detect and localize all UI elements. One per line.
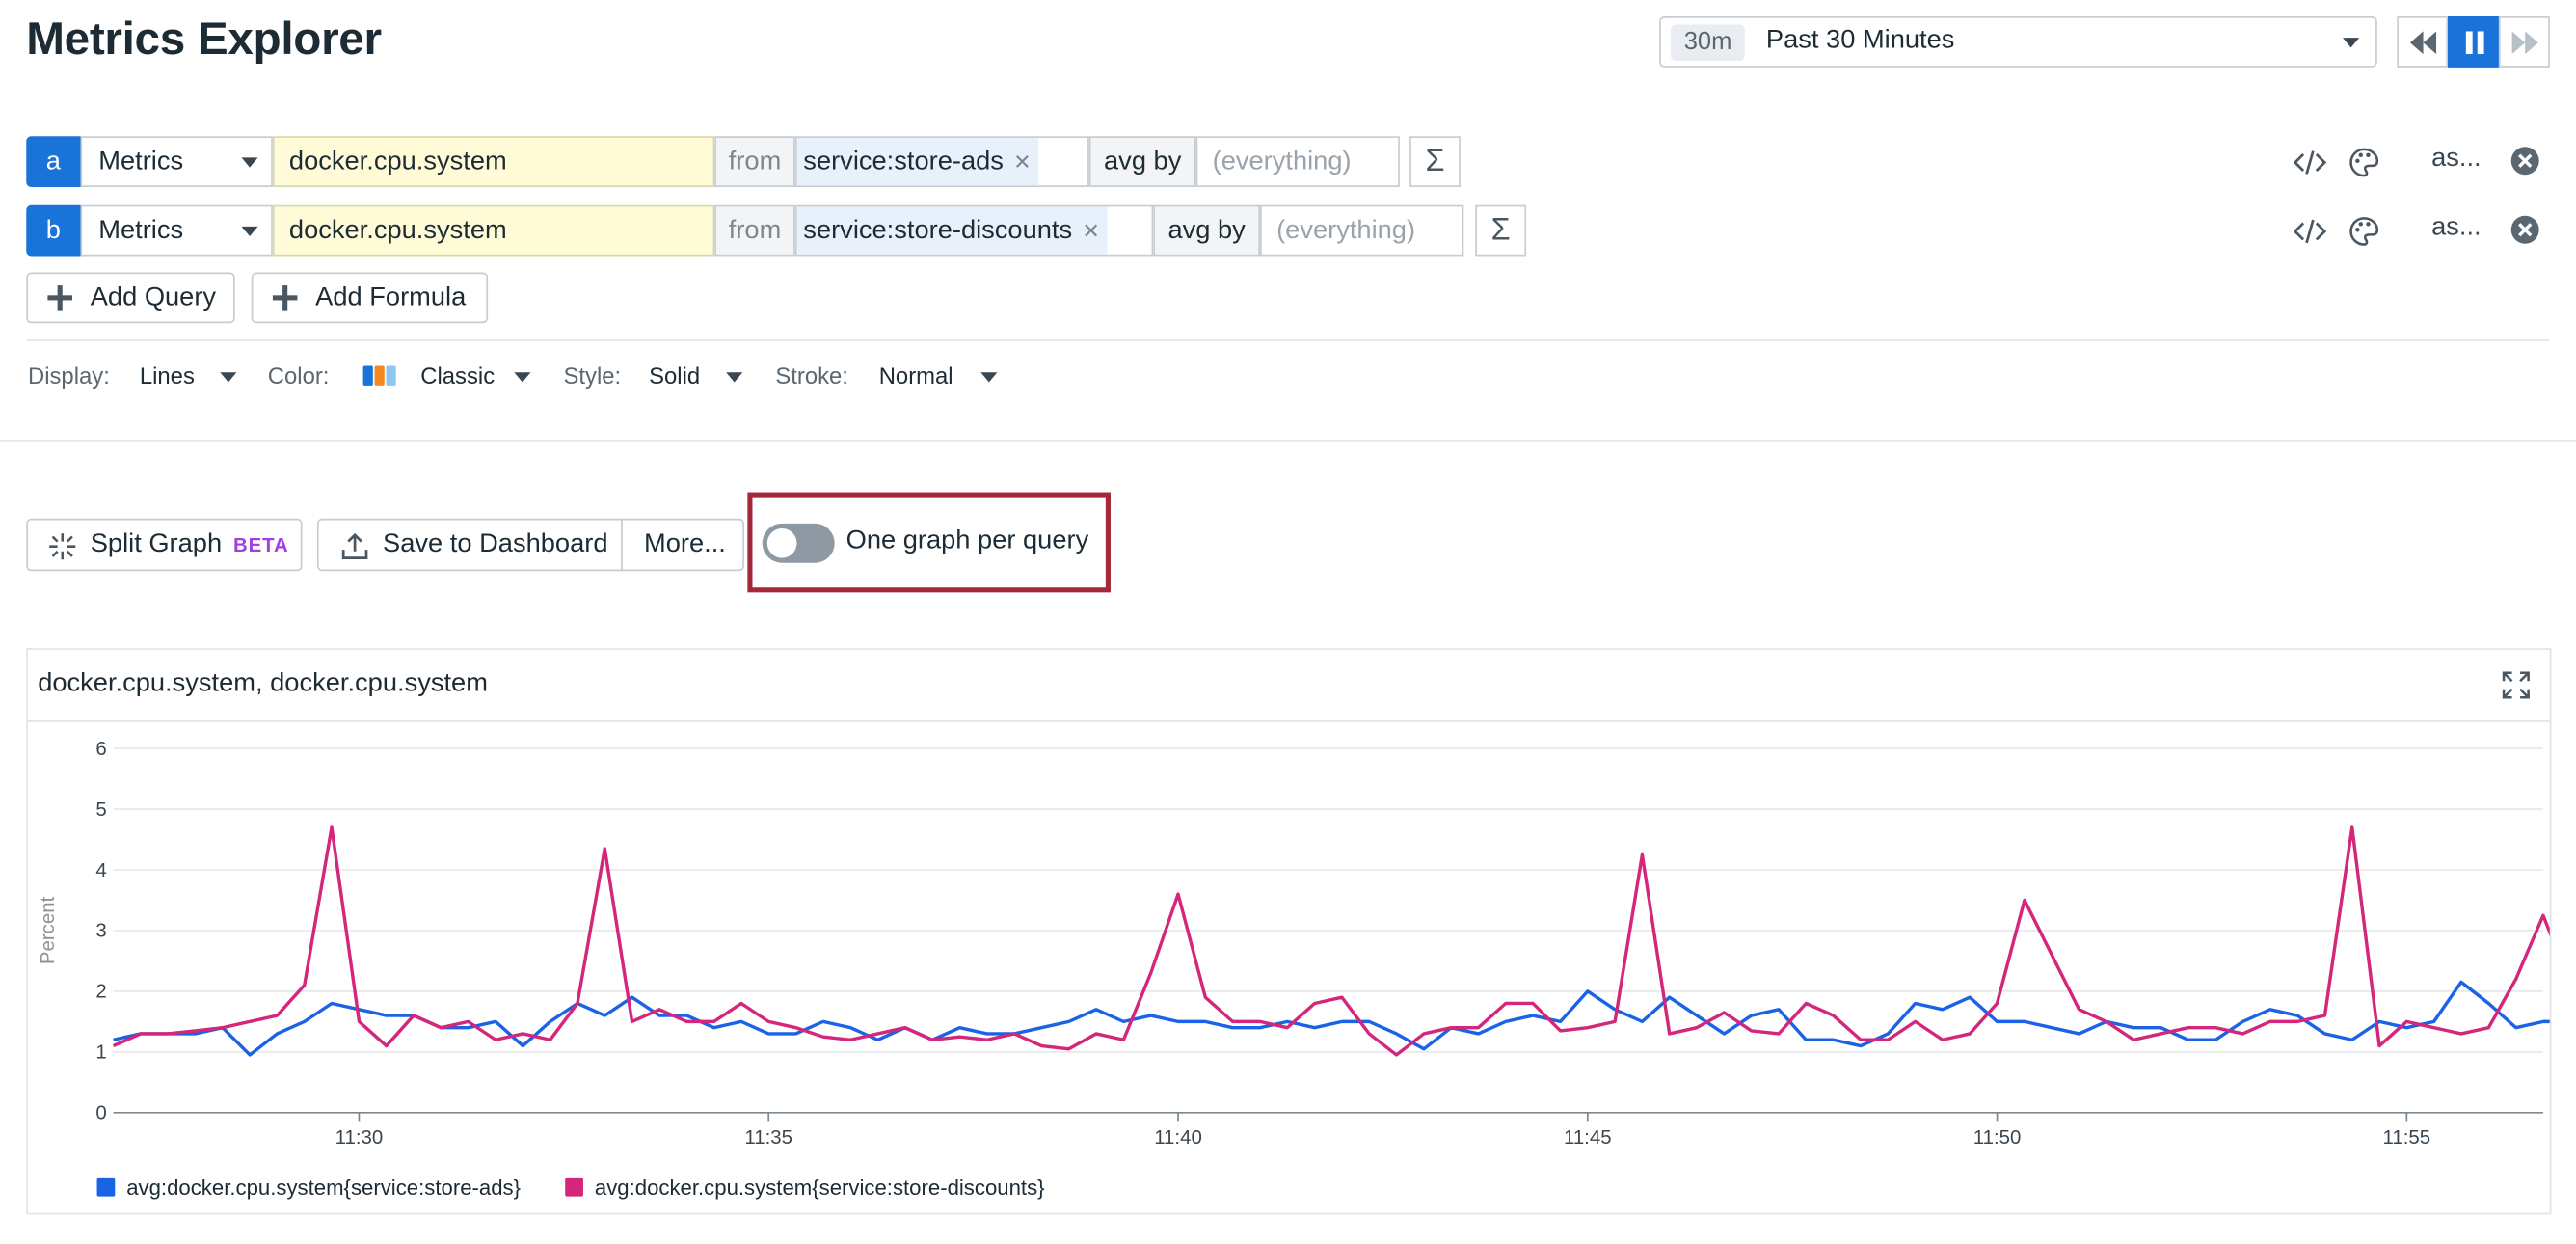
line-chart[interactable]: 0 1 2 3 4 5 6 Percent 11:30 11:35 11:40 11:45 11:50 1… [28,650,2550,1213]
style-select[interactable]: Solid [649,363,700,389]
color-select[interactable]: Classic [420,363,495,389]
time-navigation [2397,16,2550,68]
legend-label: avg:docker.cpu.system{service:store-ads} [126,1175,522,1201]
color-swatch-blue [362,365,373,386]
toggle-knob [766,527,797,558]
add-formula-button[interactable]: Add Formula [251,272,489,324]
highlight-box: One graph per query [747,492,1111,593]
y-tick-label: 4 [95,860,106,881]
beta-badge: BETA [233,533,289,556]
color-swatch-orange [374,365,385,386]
legend-item-store-discounts[interactable]: avg:docker.cpu.system{service:store-disc… [565,1175,1045,1201]
more-label: More... [644,529,726,558]
y-tick-label: 0 [95,1103,106,1124]
palette-icon[interactable] [2348,146,2380,178]
save-to-dashboard-button[interactable]: Save to Dashboard [316,518,623,572]
x-tick-label: 11:45 [1564,1127,1612,1149]
query-actions: as... [26,213,2549,248]
y-tick-label: 5 [95,799,106,821]
series-line-store-ads [113,980,2550,1057]
legend-label: avg:docker.cpu.system{service:store-disc… [594,1175,1045,1201]
chevron-down-icon[interactable] [220,372,237,383]
series-line-store-discounts [112,825,2550,1057]
x-tick-label: 11:50 [1973,1127,2022,1149]
rewind-button[interactable] [2397,16,2449,68]
more-button[interactable]: More... [621,518,744,572]
chevron-down-icon[interactable] [980,372,998,383]
query-actions: as... [26,145,2549,178]
code-icon[interactable] [2293,146,2327,178]
stroke-select[interactable]: Normal [879,363,953,389]
metrics-explorer-page: Metrics Explorer 30m Past 30 Minutes a M… [0,0,2576,1244]
one-graph-per-query-toggle[interactable] [762,523,835,563]
y-tick-label: 3 [95,921,106,942]
plus-icon [272,285,298,311]
x-tick-label: 11:55 [2383,1127,2431,1149]
rewind-icon [2409,31,2437,55]
y-tick-label: 6 [95,739,106,760]
add-formula-label: Add Formula [315,284,467,312]
y-tick-label: 2 [95,982,106,1003]
time-range-selector[interactable]: 30m Past 30 Minutes [1659,16,2377,68]
legend-item-store-ads[interactable]: avg:docker.cpu.system{service:store-ads} [96,1175,522,1201]
time-range-label: Past 30 Minutes [1765,26,1955,55]
x-tick-label: 11:40 [1154,1127,1202,1149]
page-title: Metrics Explorer [26,13,382,65]
split-graph-icon [49,533,76,560]
fast-forward-button[interactable] [2498,16,2550,68]
one-graph-per-query-label: One graph per query [845,527,1089,555]
legend-swatch [565,1177,583,1197]
stroke-option-label: Stroke: [775,363,848,390]
remove-query-icon[interactable] [2510,215,2540,245]
x-tick-label: 11:35 [744,1127,792,1149]
y-tick-label: 1 [95,1042,106,1064]
color-option-label: Color: [267,363,330,390]
chevron-down-icon[interactable] [514,372,531,383]
pause-icon [2465,31,2484,55]
legend-swatch [96,1177,116,1197]
display-select[interactable]: Lines [140,363,195,389]
x-tick-label: 11:30 [335,1127,384,1149]
y-axis-label: Percent [38,896,59,964]
code-icon[interactable] [2293,215,2327,248]
display-option-label: Display: [27,363,110,390]
palette-icon[interactable] [2348,215,2380,248]
divider [0,440,2576,442]
chevron-down-icon [2343,38,2360,48]
color-swatch-lightblue [386,365,396,386]
style-option-label: Style: [563,363,622,390]
divider [26,339,2550,341]
time-range-badge: 30m [1671,24,1746,61]
fast-forward-icon [2511,31,2538,55]
query-row-b: b Metrics docker.cpu.system from service… [26,204,2549,257]
plus-icon [47,285,72,311]
query-row-a: a Metrics docker.cpu.system from service… [26,136,2549,188]
chevron-down-icon[interactable] [726,372,743,383]
alias-input[interactable]: as... [2431,213,2482,243]
split-graph-label-wrap: Split Graph BETA [91,520,289,569]
add-query-button[interactable]: Add Query [26,272,235,324]
remove-query-icon[interactable] [2510,146,2540,176]
save-to-dashboard-label: Save to Dashboard [383,529,608,558]
add-query-label: Add Query [90,284,217,312]
split-graph-button[interactable]: Split Graph BETA [26,518,303,572]
pause-button[interactable] [2448,16,2499,68]
graph-panel: docker.cpu.system, docker.cpu.system 012… [26,648,2552,1215]
display-options: Display: Lines Color: Classic Style: Sol… [0,363,1150,395]
split-graph-label: Split Graph [90,529,223,558]
alias-input[interactable]: as... [2431,145,2482,175]
upload-icon [341,532,368,559]
